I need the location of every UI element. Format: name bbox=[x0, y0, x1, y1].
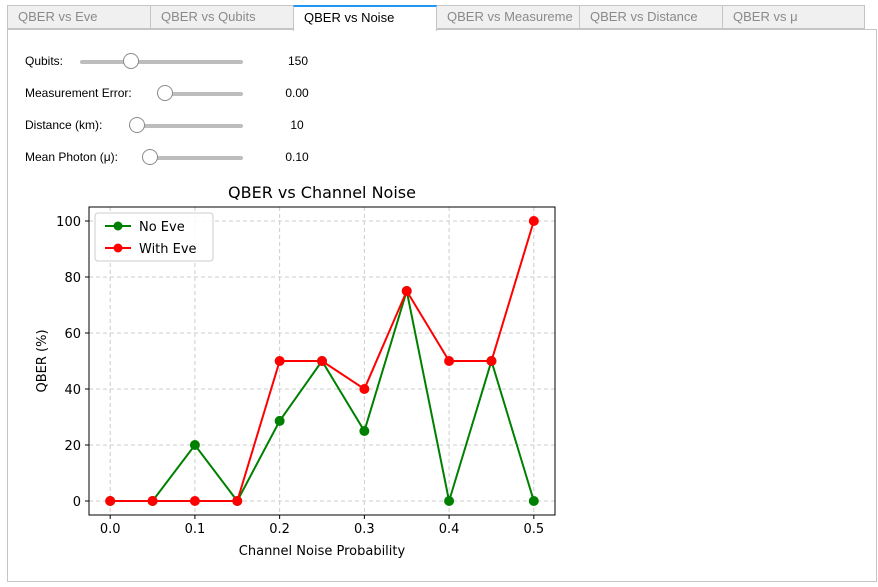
data-point-with-eve bbox=[486, 356, 497, 366]
legend-marker-with-eve bbox=[113, 243, 123, 253]
data-point-with-eve bbox=[401, 286, 412, 296]
tab-qber-vs-qubits[interactable]: QBER vs Qubits bbox=[150, 5, 294, 29]
data-point-with-eve bbox=[105, 496, 116, 506]
tab-panel-noise: Qubits: 150 Measurement Error: 0.00 Distance… bbox=[7, 29, 877, 582]
data-point-with-eve bbox=[359, 384, 370, 394]
x-tick-label: 0.3 bbox=[354, 522, 375, 537]
data-point-with-eve bbox=[189, 496, 200, 506]
chart-title: QBER vs Channel Noise bbox=[228, 183, 416, 202]
data-point-no-eve bbox=[528, 496, 539, 506]
x-axis-label: Channel Noise Probability bbox=[239, 544, 406, 559]
data-point-no-eve bbox=[189, 440, 200, 450]
qber-vs-noise-chart: 0.0 0.1 0.2 0.3 0.4 0.5 0 20 40 60 80 100 QBER vs Ch… bbox=[35, 183, 556, 559]
series-line-no-eve bbox=[110, 290, 535, 503]
data-point-with-eve bbox=[232, 496, 243, 506]
tab-bar: QBER vs Eve QBER vs Qubits QBER vs Noise QB… bbox=[7, 5, 865, 31]
x-tick-label: 0.0 bbox=[100, 522, 121, 537]
y-tick-label: 60 bbox=[64, 327, 81, 342]
tab-qber-vs-distance[interactable]: QBER vs Distance bbox=[579, 5, 723, 29]
data-point-with-eve bbox=[444, 356, 455, 366]
x-tick-label: 0.4 bbox=[439, 522, 460, 537]
legend-label-no-eve: No Eve bbox=[139, 220, 185, 235]
data-point-with-eve bbox=[317, 356, 327, 366]
data-point-no-eve bbox=[274, 415, 285, 426]
tab-qber-vs-mu[interactable]: QBER vs μ bbox=[722, 5, 865, 29]
x-tick-label: 0.1 bbox=[185, 522, 206, 537]
y-tick-label: 100 bbox=[56, 215, 81, 230]
y-tick-label: 80 bbox=[64, 271, 81, 286]
y-tick-label: 20 bbox=[64, 439, 81, 454]
tab-qber-vs-measurement[interactable]: QBER vs Measureme bbox=[436, 5, 580, 29]
data-point-no-eve bbox=[359, 426, 370, 436]
data-point-no-eve bbox=[444, 496, 455, 506]
data-point-with-eve bbox=[147, 496, 158, 506]
y-tick-label: 40 bbox=[64, 383, 81, 398]
x-tick-label: 0.2 bbox=[269, 522, 290, 537]
y-tick-label: 0 bbox=[73, 495, 81, 510]
x-tick-label: 0.5 bbox=[523, 522, 544, 537]
tab-qber-vs-eve[interactable]: QBER vs Eve bbox=[7, 5, 151, 29]
legend-marker-no-eve bbox=[113, 221, 123, 231]
legend-label-with-eve: With Eve bbox=[139, 242, 197, 257]
data-point-with-eve bbox=[274, 356, 285, 366]
y-axis-label: QBER (%) bbox=[35, 329, 50, 392]
tab-qber-vs-noise[interactable]: QBER vs Noise bbox=[293, 5, 437, 31]
data-point-with-eve bbox=[528, 216, 539, 226]
